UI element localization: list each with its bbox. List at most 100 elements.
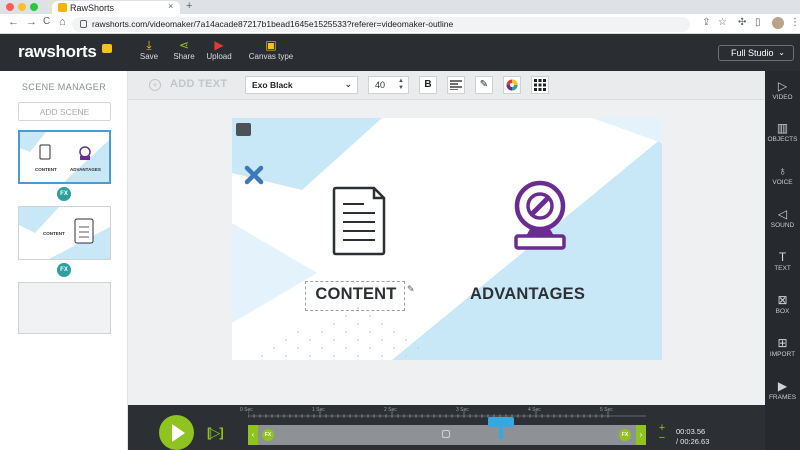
objects-icon: ▥ <box>776 121 789 135</box>
window-maximize-button[interactable] <box>30 3 38 11</box>
zoom-out-button[interactable]: − <box>654 433 670 444</box>
tick-label-2: 2 Sec <box>384 407 397 413</box>
document-graphic <box>332 186 386 256</box>
youtube-icon: ▶ <box>214 38 224 52</box>
reload-icon[interactable]: C <box>43 16 50 27</box>
lock-icon[interactable] <box>442 430 450 438</box>
rawshorts-logo[interactable]: rawshorts <box>18 42 97 62</box>
mode-select[interactable]: Full Studio ⌄ <box>718 45 794 61</box>
align-text-button[interactable] <box>447 76 465 94</box>
scene-manager-title: SCENE MANAGER <box>21 82 107 92</box>
bookmark-star-icon[interactable]: ☆ <box>718 17 727 28</box>
tab-close-icon[interactable]: × <box>168 1 173 11</box>
webcam-graphic <box>514 180 566 250</box>
browser-tab[interactable]: RawShorts <box>52 1 180 14</box>
box-icon: ⊠ <box>777 293 788 307</box>
stepper-arrows-icon[interactable]: ▲ ▼ <box>398 78 404 92</box>
chevron-down-icon: ⌄ <box>778 48 785 57</box>
rawshorts-favicon-icon <box>58 3 67 12</box>
add-text-icon[interactable]: + <box>149 79 161 91</box>
bold-button[interactable]: B <box>419 76 437 94</box>
sidebar-item-text[interactable]: T TEXT <box>765 249 800 272</box>
canvas-icon: ▣ <box>265 38 277 52</box>
forward-icon[interactable]: → <box>26 16 37 28</box>
current-time: 00:03.56 <box>676 427 706 436</box>
video-icon: ▷ <box>777 79 788 93</box>
upload-button[interactable]: ▶ Upload <box>197 38 241 61</box>
home-icon[interactable]: ⌂ <box>59 16 66 28</box>
sidebar-item-box[interactable]: ⊠ BOX <box>765 292 800 315</box>
sidebar-item-frames[interactable]: ▶ FRAMES <box>765 378 800 401</box>
sidebar-item-import[interactable]: ⊞ IMPORT <box>765 335 800 358</box>
text-color-button[interactable] <box>503 76 521 94</box>
speaker-icon: ◁ <box>777 207 788 221</box>
tick-label-5: 5 Sec <box>600 407 613 413</box>
time-readout: 00:03.56 / 00:26.63 <box>676 427 709 447</box>
frames-icon: ▶ <box>777 379 788 393</box>
play-scene-button[interactable]: [▷] <box>207 425 224 441</box>
timeline-zoom-controls: + − <box>654 423 670 444</box>
app-header <box>0 35 800 71</box>
address-bar[interactable]: rawshorts.com/videomaker/7a14acade87217b… <box>72 17 690 32</box>
track-fx-in-button[interactable]: FX <box>262 429 274 441</box>
share-page-icon[interactable]: ⇪ <box>702 17 710 28</box>
scene-thumbnail-1[interactable]: CONTENT ADVANTAGES <box>18 130 111 184</box>
profile-avatar[interactable] <box>772 17 784 29</box>
sidebar-item-voice[interactable]: ♁ VOICE <box>765 163 800 186</box>
track-left-handle[interactable]: ‹ <box>248 425 258 445</box>
sidebar-item-video[interactable]: ▷ VIDEO <box>765 78 800 101</box>
scene-2-left-label: CONTENT <box>43 231 65 236</box>
edit-pencil-icon[interactable]: ✎ <box>407 284 415 295</box>
lock-icon <box>80 20 87 28</box>
scene-manager-panel <box>0 71 128 450</box>
content-text-layer[interactable]: CONTENT <box>309 285 403 304</box>
scene-1-right-label: ADVANTAGES <box>70 167 101 172</box>
grid-button[interactable] <box>531 76 549 94</box>
sidebar-item-objects[interactable]: ▥ OBJECTS <box>765 120 800 143</box>
camera-icon[interactable] <box>236 123 251 136</box>
sidebar-item-sound[interactable]: ◁ SOUND <box>765 206 800 229</box>
scene-1-fx-button[interactable]: FX <box>57 187 71 201</box>
align-left-icon <box>450 80 462 91</box>
text-effects-button[interactable]: ✎ <box>475 76 493 94</box>
color-wheel-icon <box>506 79 518 91</box>
extensions-icon[interactable]: ✣ <box>738 17 746 28</box>
scene-1-left-label: CONTENT <box>35 167 57 172</box>
add-text-button[interactable]: ADD TEXT <box>170 78 227 90</box>
logo-bubble-icon <box>102 44 112 53</box>
tick-label-0: 0 Sec <box>240 407 253 413</box>
playhead-line <box>499 425 503 439</box>
scene-2-fx-button[interactable]: FX <box>57 263 71 277</box>
play-icon <box>172 424 185 442</box>
microphone-icon: ♁ <box>778 164 787 178</box>
magic-wand-icon: ✎ <box>479 79 489 90</box>
canvas-background-shapes <box>232 118 662 360</box>
tick-label-1: 1 Sec <box>312 407 325 413</box>
browser-menu-icon[interactable]: ⋮ <box>790 17 800 28</box>
window-minimize-button[interactable] <box>18 3 26 11</box>
scene-canvas[interactable] <box>232 118 662 360</box>
scene-1-background <box>20 132 109 182</box>
font-family-select[interactable]: Exo Black ⌄ <box>245 76 358 94</box>
sidebar-icon[interactable]: ▯ <box>755 17 761 28</box>
back-icon[interactable]: ← <box>8 16 19 28</box>
import-icon: ⊞ <box>777 336 788 350</box>
new-tab-button[interactable]: + <box>186 0 192 12</box>
tick-label-3: 3 Sec <box>456 407 469 413</box>
chevron-down-icon: ⌄ <box>344 79 352 89</box>
window-close-button[interactable] <box>6 3 14 11</box>
track-right-handle[interactable]: › <box>636 425 646 445</box>
canvas-type-button[interactable]: ▣ Canvas type <box>244 38 298 61</box>
track-fx-out-button[interactable]: FX <box>619 429 631 441</box>
scene-thumbnail-2[interactable]: CONTENT <box>18 206 111 260</box>
font-size-stepper[interactable]: 40 ▲ ▼ <box>368 76 409 94</box>
total-duration: / 00:26.63 <box>676 437 710 446</box>
tick-label-4: 4 Sec <box>528 407 541 413</box>
play-button[interactable] <box>159 415 194 450</box>
timeline-ruler <box>248 411 646 418</box>
text-icon: T <box>778 250 787 264</box>
advantages-text-layer[interactable]: ADVANTAGES <box>470 285 585 304</box>
scene-thumbnail-3[interactable] <box>18 282 111 334</box>
grid-icon <box>534 79 546 91</box>
add-scene-button[interactable]: ADD SCENE <box>18 102 111 121</box>
